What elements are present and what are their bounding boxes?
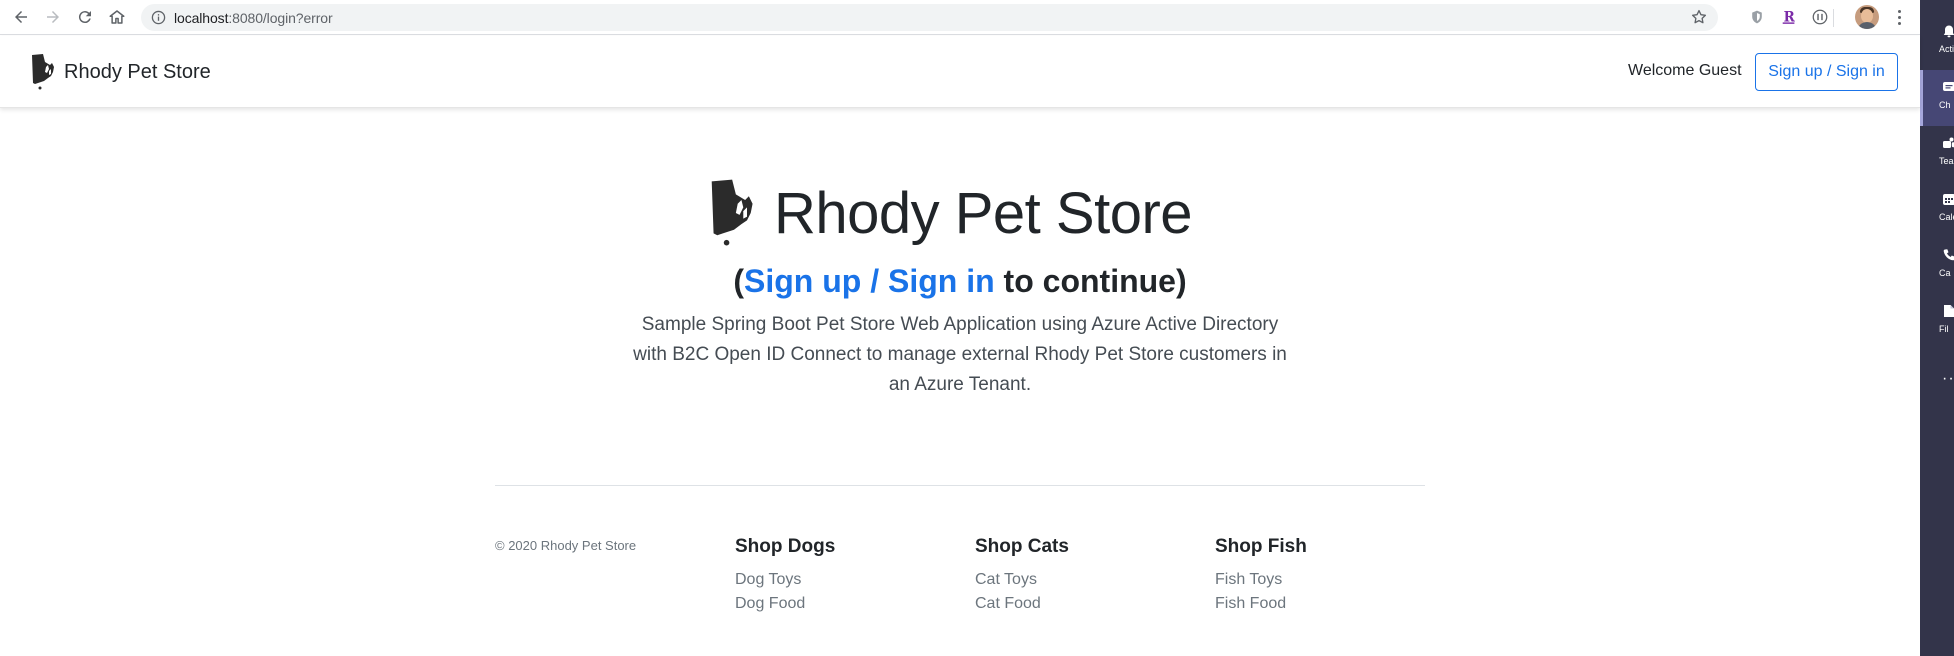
rail-label-activity: Acti	[1939, 44, 1954, 54]
rail-item-activity[interactable]: Acti	[1920, 14, 1954, 70]
rail-label-calls: Ca	[1939, 268, 1951, 278]
url-host: localhost	[174, 10, 229, 26]
extension-shield-icon[interactable]	[1747, 7, 1767, 27]
home-icon[interactable]	[105, 5, 129, 29]
url-path: :8080/login?error	[228, 10, 333, 26]
rail-label-files: Fil	[1939, 324, 1949, 334]
rail-label-teams: Tea	[1939, 156, 1954, 166]
rail-item-teams[interactable]: Tea	[1920, 126, 1954, 182]
rail-item-calendar[interactable]: Cale	[1920, 182, 1954, 238]
link-fish-toys[interactable]: Fish Toys	[1215, 568, 1307, 592]
rail-label-calendar: Cale	[1939, 212, 1954, 222]
footer-column-dogs: Shop Dogs Dog Toys Dog Food	[735, 536, 835, 616]
cta-open-paren: (	[733, 263, 745, 299]
link-dog-toys[interactable]: Dog Toys	[735, 568, 835, 592]
footer-heading-dogs: Shop Dogs	[735, 536, 836, 557]
rail-label-chat: Ch	[1939, 100, 1951, 110]
cta-rest-text: to continue)	[994, 263, 1187, 299]
forward-icon[interactable]	[41, 5, 65, 29]
signin-prompt: (Sign up / Sign in to continue)	[0, 263, 1920, 300]
address-bar[interactable]: localhost:8080/login?error	[141, 4, 1718, 31]
site-navbar: Rhody Pet Store Welcome Guest Sign up / …	[0, 36, 1920, 108]
rail-item-files[interactable]: Fil	[1920, 294, 1954, 350]
rail-item-calls[interactable]: Ca	[1920, 238, 1954, 294]
star-icon[interactable]	[1690, 8, 1708, 26]
link-cat-food[interactable]: Cat Food	[975, 592, 1069, 616]
footer-divider	[495, 485, 1425, 486]
lead-description: Sample Spring Boot Pet Store Web Applica…	[633, 314, 1287, 395]
brand-link[interactable]: Rhody Pet Store	[30, 53, 211, 91]
brand-name: Rhody Pet Store	[64, 60, 211, 83]
profile-avatar[interactable]	[1855, 5, 1879, 29]
link-cat-toys[interactable]: Cat Toys	[975, 568, 1069, 592]
signin-link[interactable]: Sign up / Sign in	[744, 263, 995, 299]
teams-side-rail: Acti Ch Tea Cale Ca Fil ···	[1920, 0, 1954, 656]
bell-icon	[1943, 25, 1954, 38]
welcome-text: Welcome Guest	[1628, 62, 1742, 79]
link-dog-food[interactable]: Dog Food	[735, 592, 835, 616]
rhode-island-logo-icon	[711, 179, 753, 246]
toolbar-divider	[1833, 9, 1834, 27]
link-fish-food[interactable]: Fish Food	[1215, 592, 1307, 616]
chat-icon	[1943, 82, 1954, 91]
hero-title-text: Rhody Pet Store	[773, 180, 1193, 246]
rhode-island-logo-icon	[32, 54, 54, 90]
hero-title: Rhody Pet Store	[0, 175, 1920, 251]
files-icon	[1944, 305, 1954, 317]
info-icon[interactable]	[151, 10, 166, 25]
footer-column-fish: Shop Fish Fish Toys Fish Food	[1215, 536, 1307, 616]
teams-icon	[1943, 137, 1954, 148]
footer-heading-fish: Shop Fish	[1215, 536, 1307, 557]
calendar-icon	[1943, 194, 1954, 205]
url-text: localhost:8080/login?error	[174, 10, 333, 26]
more-apps-icon[interactable]: ···	[1942, 370, 1954, 388]
extension-pause-icon[interactable]	[1810, 7, 1830, 27]
extension-r-icon[interactable]: R	[1779, 7, 1799, 27]
back-icon[interactable]	[9, 5, 33, 29]
chrome-menu-icon[interactable]	[1893, 7, 1905, 27]
reload-icon[interactable]	[73, 5, 97, 29]
browser-toolbar: localhost:8080/login?error R	[0, 0, 1920, 35]
footer-column-cats: Shop Cats Cat Toys Cat Food	[975, 536, 1069, 616]
rail-item-chat[interactable]: Ch	[1920, 70, 1954, 126]
copyright-text: © 2020 Rhody Pet Store	[495, 538, 637, 553]
footer-heading-cats: Shop Cats	[975, 536, 1069, 557]
signin-button[interactable]: Sign up / Sign in	[1755, 53, 1898, 91]
phone-icon	[1943, 249, 1954, 261]
